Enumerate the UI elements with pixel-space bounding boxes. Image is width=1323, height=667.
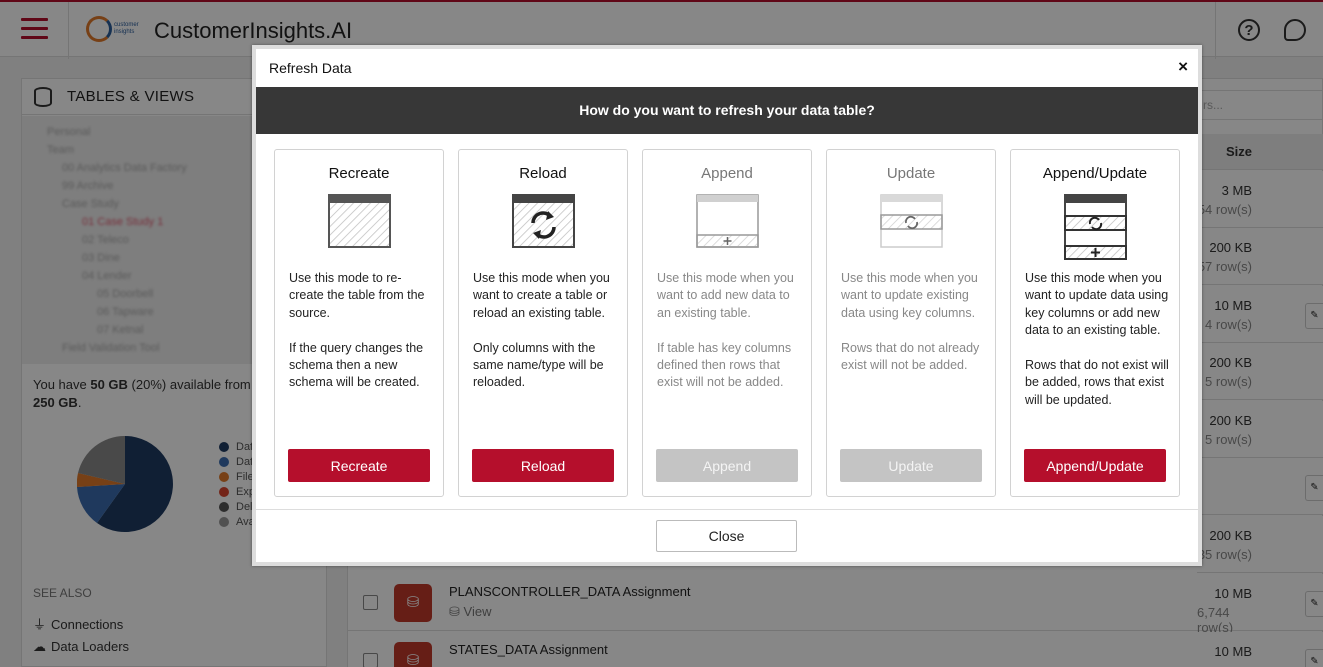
- card-append-update: Append/Update Use this mode when you wan…: [1010, 149, 1180, 497]
- card-description-text: Use this mode when you want to add new d…: [657, 271, 794, 320]
- card-title: Append/Update: [1042, 165, 1148, 182]
- footer-divider: [256, 509, 1198, 510]
- card-title: Recreate: [328, 165, 390, 182]
- card-description: Use this mode when you want to update ex…: [841, 270, 986, 374]
- dialog-header: Refresh Data ×: [256, 49, 1198, 87]
- card-description-text: If table has key columns defined then ro…: [657, 340, 792, 390]
- card-description: Use this mode when you want to update da…: [1025, 270, 1170, 409]
- dialog-title: Refresh Data: [269, 60, 352, 76]
- card-description-text: Use this mode to re-create the table fro…: [289, 271, 425, 320]
- recreate-button[interactable]: Recreate: [288, 449, 430, 482]
- card-description: Use this mode when you want to add new d…: [657, 270, 802, 392]
- close-icon[interactable]: ×: [1178, 57, 1188, 77]
- card-description-text: Only columns with the same name/type wil…: [473, 340, 604, 390]
- card-description: Use this mode when you want to create a …: [473, 270, 618, 392]
- card-description-text: Rows that do not already exist will not …: [841, 340, 980, 373]
- card-description-text: Use this mode when you want to update ex…: [841, 271, 978, 320]
- refresh-data-dialog: Refresh Data × How do you want to refres…: [252, 45, 1202, 566]
- update-table-icon: [880, 194, 943, 248]
- card-description: Use this mode to re-create the table fro…: [289, 270, 434, 392]
- card-description-text: If the query changes the schema then a n…: [289, 340, 424, 390]
- append-update-table-icon: [1064, 194, 1127, 260]
- append-table-icon: [696, 194, 759, 248]
- recreate-table-icon: [328, 194, 391, 248]
- card-title: Update: [886, 165, 936, 182]
- card-description-text: Use this mode when you want to create a …: [473, 271, 610, 320]
- refresh-question-banner: How do you want to refresh your data tab…: [256, 87, 1198, 134]
- append-button[interactable]: Append: [656, 449, 798, 482]
- update-button[interactable]: Update: [840, 449, 982, 482]
- card-description-text: Rows that do not exist will be added, ro…: [1025, 358, 1169, 407]
- card-append: Append Use this mode when you want to ad…: [642, 149, 812, 497]
- card-reload: Reload Use this mode when you want to cr…: [458, 149, 628, 497]
- close-button[interactable]: Close: [656, 520, 797, 552]
- card-update: Update Use this mode when you want to up…: [826, 149, 996, 497]
- reload-table-icon: [512, 194, 575, 248]
- append-update-button[interactable]: Append/Update: [1024, 449, 1166, 482]
- card-title: Reload: [519, 165, 567, 182]
- card-title: Append: [701, 165, 753, 182]
- card-recreate: Recreate Use this mode to re-create the …: [274, 149, 444, 497]
- card-description-text: Use this mode when you want to update da…: [1025, 271, 1169, 338]
- reload-button[interactable]: Reload: [472, 449, 614, 482]
